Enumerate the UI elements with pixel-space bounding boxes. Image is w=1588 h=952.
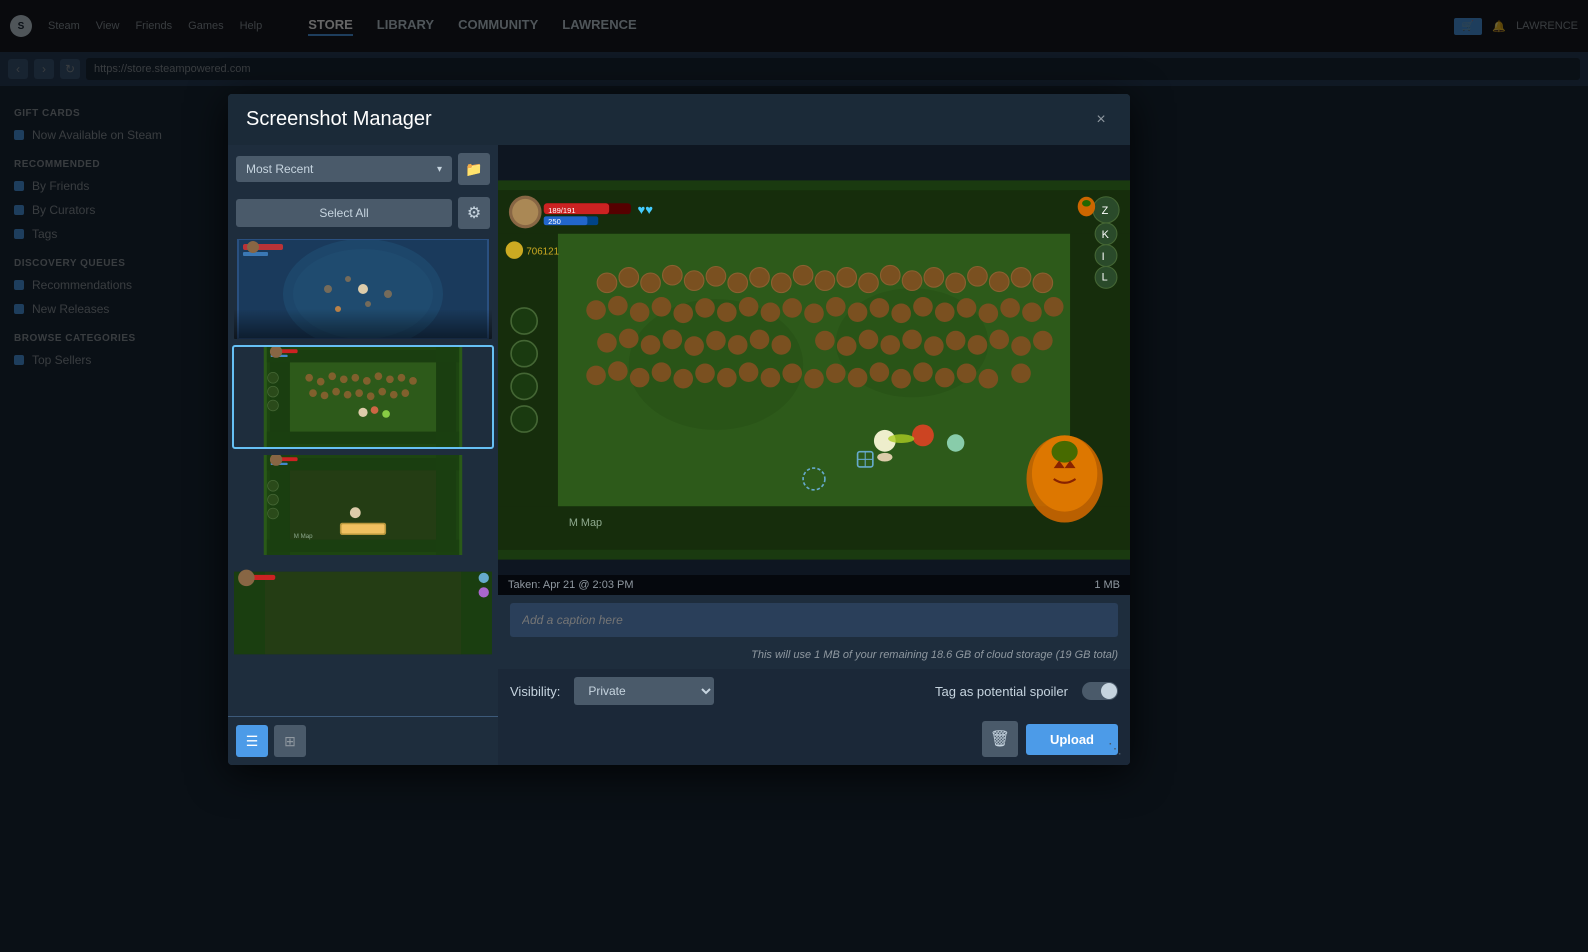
screenshot-manager-dialog: Screenshot Manager × Most Recent ▾ 📁 Sel… — [228, 94, 1130, 765]
visibility-select[interactable]: Private Friends Only Public — [574, 677, 714, 705]
screenshot-thumb-1[interactable] — [232, 237, 494, 341]
dialog-close-button[interactable]: × — [1090, 109, 1112, 131]
main-screenshot-image: 189/191 250 ♥♥ Z K I L — [498, 145, 1130, 595]
screenshot-thumb-4[interactable] — [232, 561, 494, 665]
view-grid-button[interactable]: ⊞ — [274, 725, 306, 757]
svg-text:Z: Z — [1102, 205, 1109, 217]
screenshot-thumbnails: M Map — [228, 233, 498, 716]
screenshot-metadata: Taken: Apr 21 @ 2:03 PM 1 MB — [498, 575, 1130, 595]
dialog-body: Most Recent ▾ 📁 Select All ⚙ — [228, 145, 1130, 765]
sort-dropdown-arrow: ▾ — [437, 164, 442, 175]
dialog-title: Screenshot Manager — [246, 108, 432, 131]
svg-text:K: K — [1102, 229, 1110, 241]
screenshot-thumb-2[interactable] — [232, 345, 494, 449]
toggle-knob — [1101, 683, 1117, 699]
screenshot-taken-date: Taken: Apr 21 @ 2:03 PM — [508, 579, 634, 591]
list-controls: Most Recent ▾ 📁 — [228, 145, 498, 193]
action-row: 🗑 Upload — [498, 713, 1130, 765]
folder-button[interactable]: 📁 — [458, 153, 490, 185]
spoiler-label: Tag as potential spoiler — [935, 684, 1068, 699]
delete-button[interactable]: 🗑 — [982, 721, 1018, 757]
svg-text:M Map: M Map — [569, 517, 602, 529]
settings-button[interactable]: ⚙ — [458, 197, 490, 229]
svg-text:706121: 706121 — [526, 246, 559, 257]
caption-input[interactable] — [510, 603, 1118, 637]
select-all-row: Select All ⚙ — [228, 193, 498, 233]
caption-area — [498, 595, 1130, 645]
upload-button[interactable]: Upload — [1026, 724, 1118, 755]
thumb-overlay-1 — [234, 309, 492, 339]
storage-info: This will use 1 MB of your remaining 18.… — [498, 645, 1130, 669]
svg-text:M Map: M Map — [294, 533, 313, 540]
screenshot-size: 1 MB — [1094, 579, 1120, 591]
select-all-button[interactable]: Select All — [236, 199, 452, 227]
screenshot-thumb-3[interactable]: M Map — [232, 453, 494, 557]
screenshot-main-panel: 189/191 250 ♥♥ Z K I L — [498, 145, 1130, 765]
sort-dropdown[interactable]: Most Recent ▾ — [236, 156, 452, 182]
svg-text:♥♥: ♥♥ — [637, 202, 653, 217]
main-screenshot-view: 189/191 250 ♥♥ Z K I L — [498, 145, 1130, 595]
spoiler-toggle[interactable] — [1082, 682, 1118, 700]
list-bottom-controls: ☰ ⊞ — [228, 716, 498, 765]
resize-handle[interactable]: ⋱ — [1108, 740, 1122, 757]
dialog-header: Screenshot Manager × — [228, 94, 1130, 145]
screenshot-list-panel: Most Recent ▾ 📁 Select All ⚙ — [228, 145, 498, 765]
svg-text:I: I — [1102, 251, 1105, 263]
svg-text:189/191: 189/191 — [548, 206, 576, 215]
visibility-label: Visibility: — [510, 684, 560, 699]
view-list-button[interactable]: ☰ — [236, 725, 268, 757]
visibility-row: Visibility: Private Friends Only Public … — [498, 669, 1130, 713]
svg-text:L: L — [1102, 272, 1108, 284]
svg-text:250: 250 — [548, 217, 561, 226]
